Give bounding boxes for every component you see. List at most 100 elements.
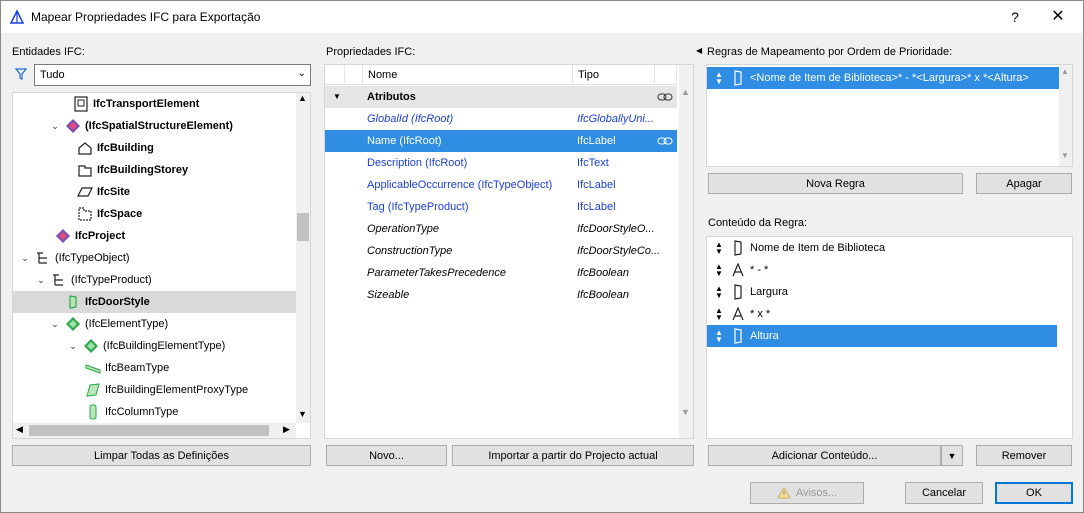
chevron-down-icon[interactable]: ⌄ [49, 121, 61, 132]
close-button[interactable]: ✕ [1046, 6, 1070, 28]
col-header-type[interactable]: Tipo [573, 65, 655, 85]
archicad-app-icon [9, 9, 25, 24]
properties-table: Nome Tipo ▼ Atributos GlobalId (IfcRoot)… [324, 64, 694, 439]
reorder-handle-icon[interactable]: ▲ ▼ [715, 263, 723, 278]
property-row[interactable]: Tag (IfcTypeProduct) IfcLabel [325, 196, 677, 218]
scroll-down-icon[interactable]: ▼ [681, 407, 690, 417]
door-icon [734, 328, 742, 344]
content-item[interactable]: ▲ ▼ Largura [707, 281, 1059, 303]
property-row[interactable]: Sizeable IfcBoolean [325, 284, 677, 306]
properties-vertical-scrollbar[interactable]: ▲ ▼ [679, 65, 693, 438]
text-icon [732, 263, 744, 277]
content-item-selected[interactable]: ▲ ▼ Altura [707, 325, 1057, 347]
new-property-button[interactable]: Novo... [326, 445, 447, 466]
type-object-icon [37, 252, 47, 264]
reorder-handle-icon[interactable]: ▲ ▼ [715, 307, 723, 322]
window-title: Mapear Propriedades IFC para Exportação [31, 10, 261, 24]
property-row[interactable]: ParameterTakesPrecedence IfcBoolean [325, 262, 677, 284]
type-product-icon [53, 274, 63, 286]
tree-item-ifcbeamtype[interactable]: IfcBeamType [85, 357, 169, 379]
delete-rule-button[interactable]: Apagar [976, 173, 1072, 194]
beam-type-icon [85, 364, 101, 374]
tree-item-ifcbuilding[interactable]: IfcBuilding [77, 137, 154, 159]
spatial-structure-icon [66, 119, 80, 133]
reorder-handle-icon[interactable]: ▲ ▼ [715, 71, 723, 86]
property-row[interactable]: GlobalId (IfcRoot) IfcGloballyUni... [325, 108, 677, 130]
scroll-right-icon[interactable]: ▶ [283, 424, 290, 435]
entity-filter-select[interactable]: Tudo ⌄ [34, 64, 311, 86]
tree-item-ifcproject[interactable]: IfcProject [55, 225, 125, 247]
content-item[interactable]: ▲ ▼ * x * [707, 303, 1059, 325]
remove-content-button[interactable]: Remover [976, 445, 1072, 466]
ok-button[interactable]: OK [995, 482, 1073, 504]
clear-all-definitions-button[interactable]: Limpar Todas as Definições [12, 445, 311, 466]
scroll-down-icon[interactable]: ▼ [1061, 151, 1069, 160]
content-item[interactable]: ▲ ▼ Nome de Item de Biblioteca [707, 237, 1059, 259]
property-row[interactable]: ApplicableOccurrence (IfcTypeObject) Ifc… [325, 174, 677, 196]
reorder-handle-icon[interactable]: ▲ ▼ [715, 329, 723, 344]
col-header-blank [325, 65, 345, 85]
door-icon [734, 240, 742, 256]
title-bar: Mapear Propriedades IFC para Exportação … [1, 1, 1083, 33]
col-header-name[interactable]: Nome [363, 65, 573, 85]
tree-item-ifcelementtype[interactable]: ⌄ (IfcElementType) [49, 313, 168, 335]
tree-vertical-scrollbar[interactable]: ▲ ▼ [296, 93, 310, 423]
dialog-window: Mapear Propriedades IFC para Exportação … [0, 0, 1084, 513]
tree-horizontal-scrollbar[interactable]: ◀ ▶ [13, 423, 296, 438]
element-type-icon [66, 317, 80, 331]
collapse-icon[interactable]: ▼ [333, 86, 341, 108]
rules-vertical-scrollbar[interactable]: ▲ ▼ [1059, 65, 1072, 166]
chevron-down-icon[interactable]: ⌄ [67, 341, 79, 352]
scroll-thumb[interactable] [297, 213, 309, 241]
tree-item-ifcbuildingstorey[interactable]: IfcBuildingStorey [77, 159, 188, 181]
new-rule-button[interactable]: Nova Regra [708, 173, 963, 194]
tree-item-ifctransportelement[interactable]: IfcTransportElement [73, 93, 199, 115]
tree-item-ifcsite[interactable]: IfcSite [77, 181, 130, 203]
chevron-down-icon[interactable]: ⌄ [19, 253, 31, 264]
tree-item-ifcspatialstructureelement[interactable]: ⌄ (IfcSpatialStructureElement) [49, 115, 233, 137]
add-content-button[interactable]: Adicionar Conteúdo... [708, 445, 941, 466]
rules-label: Regras de Mapeamento por Ordem de Priori… [707, 46, 953, 58]
col-header-blank-2 [345, 65, 363, 85]
scroll-down-icon[interactable]: ▼ [298, 409, 307, 419]
rule-content-list: ▲ ▼ Nome de Item de Biblioteca ▲ ▼ * - * ▲… [706, 236, 1073, 439]
tree-item-ifctypeproduct[interactable]: ⌄ (IfcTypeProduct) [35, 269, 151, 291]
tree-item-ifctypeobject[interactable]: ⌄ (IfcTypeObject) [19, 247, 129, 269]
property-row[interactable]: Description (IfcRoot) IfcText [325, 152, 677, 174]
chevron-down-icon[interactable]: ⌄ [49, 319, 61, 330]
tree-item-ifccolumntype[interactable]: IfcColumnType [85, 401, 178, 423]
site-icon [77, 187, 93, 197]
scroll-left-icon[interactable]: ◀ [16, 424, 23, 435]
filter-icon [15, 68, 27, 80]
hscroll-thumb[interactable] [29, 425, 269, 436]
transport-element-icon [74, 96, 88, 112]
content-item[interactable]: ▲ ▼ * - * [707, 259, 1059, 281]
import-from-project-button[interactable]: Importar a partir do Projecto actual [452, 445, 694, 466]
tree-item-ifcspace[interactable]: IfcSpace [77, 203, 142, 225]
reorder-handle-icon[interactable]: ▲ ▼ [715, 285, 723, 300]
help-button[interactable]: ? [1004, 6, 1026, 28]
tree-item-ifcdoorstyle[interactable]: IfcDoorStyle [13, 291, 296, 313]
scroll-up-icon[interactable]: ▲ [1061, 67, 1069, 76]
reorder-handle-icon[interactable]: ▲ ▼ [715, 241, 723, 256]
column-type-icon [89, 404, 97, 420]
property-row[interactable]: OperationType IfcDoorStyleO... [325, 218, 677, 240]
tree-item-ifcbuildingelementproxytype[interactable]: IfcBuildingElementProxyType [85, 379, 248, 401]
property-row-selected[interactable]: Name (IfcRoot) IfcLabel [325, 130, 677, 152]
group-row-atributos[interactable]: ▼ Atributos [325, 86, 677, 108]
scroll-up-icon[interactable]: ▲ [681, 87, 690, 97]
warnings-button[interactable]: Avisos... [750, 482, 864, 504]
rules-list: ▲ ▼ <Nome de Item de Biblioteca>* - *<Lar… [706, 64, 1073, 167]
cancel-button[interactable]: Cancelar [905, 482, 983, 504]
property-row[interactable]: ConstructionType IfcDoorStyleCo... [325, 240, 677, 262]
chevron-down-icon[interactable]: ⌄ [35, 275, 47, 286]
rule-item-selected[interactable]: ▲ ▼ <Nome de Item de Biblioteca>* - *<Lar… [707, 67, 1059, 89]
entity-tree: IfcTransportElement ⌄ (IfcSpatialStructu… [12, 92, 311, 439]
door-icon [734, 70, 742, 86]
scroll-up-icon[interactable]: ▲ [298, 93, 307, 103]
collapse-rules-icon[interactable]: ◀ [696, 46, 702, 55]
add-content-dropdown[interactable]: ▼ [941, 445, 963, 466]
building-storey-icon [78, 165, 92, 177]
tree-item-ifcbuildingelementtype[interactable]: ⌄ (IfcBuildingElementType) [67, 335, 225, 357]
project-icon [56, 229, 70, 243]
